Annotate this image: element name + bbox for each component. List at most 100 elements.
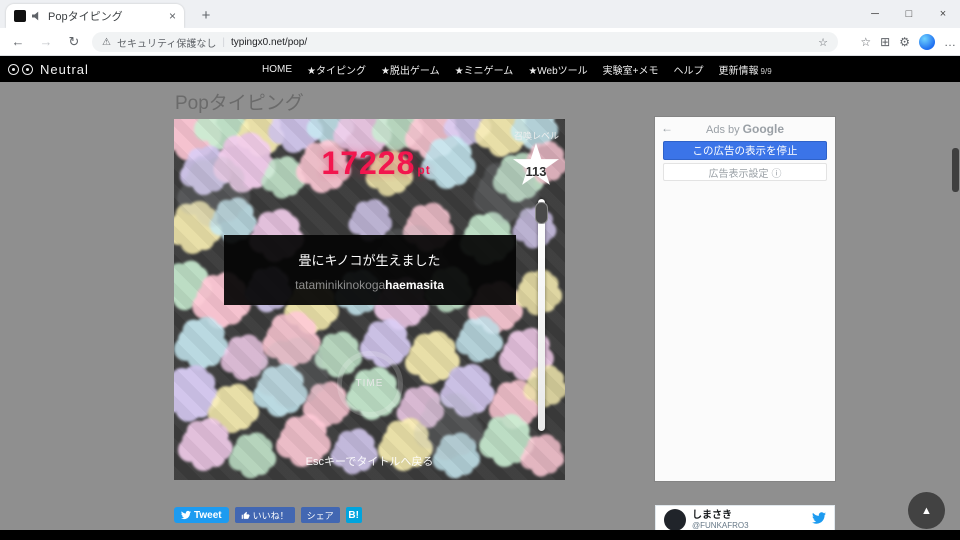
nav-home[interactable]: HOME — [262, 64, 292, 75]
bookmark-star-icon[interactable]: ☆ — [818, 36, 828, 49]
level-gauge-track — [538, 199, 545, 431]
thumb-up-icon — [241, 511, 250, 519]
browser-tab[interactable]: Popタイピング × — [6, 4, 184, 28]
site-favicon-icon — [14, 10, 26, 22]
pop-blob — [357, 208, 382, 233]
level-gauge-thumb[interactable] — [535, 202, 548, 224]
esc-hint: Escキーでタイトルへ戻る — [305, 456, 434, 468]
pop-blob — [313, 391, 340, 418]
pop-blob — [452, 374, 483, 405]
logo-eye-icon — [22, 63, 33, 75]
tab-title: Popタイピング — [48, 11, 123, 23]
twitter-avatar[interactable] — [664, 509, 686, 531]
nav-typing[interactable]: ★タイピング — [307, 62, 366, 77]
nav-help[interactable]: ヘルプ — [674, 62, 704, 77]
pop-blob — [382, 119, 411, 141]
back-button[interactable]: ← — [8, 32, 28, 52]
score-display: 17228 pt — [321, 145, 430, 182]
refresh-button[interactable]: ↻ — [64, 32, 84, 52]
prompt-japanese: 畳にキノコが生えました — [298, 253, 441, 268]
tab-audio-icon[interactable] — [32, 11, 39, 21]
pop-blob — [465, 326, 492, 353]
pop-blob — [488, 173, 525, 210]
pop-blob — [275, 323, 308, 356]
nav-web-tools[interactable]: ★Webツール — [528, 62, 587, 77]
nav-updates[interactable]: 更新情報 9/9 — [719, 62, 772, 77]
pop-blob — [491, 425, 522, 456]
window-controls: ─ □ × — [858, 0, 960, 28]
pop-blob — [218, 393, 247, 422]
site-header: Neutral HOME ★タイピング ★脱出ゲーム ★ミニゲーム ★Webツー… — [0, 56, 960, 82]
pop-blob — [178, 212, 209, 243]
ad-brand: Google — [742, 122, 785, 136]
game-canvas[interactable]: 17228 pt 召喚レベル 113 畳にキノコが生えました tataminiki… — [174, 119, 565, 480]
nav-escape-game[interactable]: ★脱出ゲーム — [381, 62, 440, 77]
ad-title: Ads by Google — [705, 122, 785, 136]
pop-blob — [271, 164, 296, 189]
pop-blob — [432, 147, 463, 178]
url-text[interactable]: typingx0.net/pop/ — [231, 37, 812, 48]
pop-blob — [227, 145, 262, 180]
facebook-like-button[interactable]: いいね！ — [234, 507, 295, 523]
pop-blob — [205, 119, 236, 138]
ad-settings-label: 広告表示設定 — [708, 168, 769, 180]
new-tab-button[interactable]: + — [194, 4, 218, 28]
scroll-to-top-button[interactable]: ▲ — [908, 492, 945, 529]
page-title: Popタイピング — [175, 93, 304, 114]
romaji-typed: tataminikinokoga — [295, 278, 386, 292]
prompt-romaji: tataminikinokogahaemasita — [224, 278, 516, 292]
collections-icon[interactable]: ⊞ — [880, 35, 890, 49]
security-warning-icon[interactable]: ⚠ — [102, 37, 111, 48]
tweet-button[interactable]: Tweet — [174, 507, 229, 523]
hatena-label: B! — [348, 509, 359, 521]
favorites-icon[interactable]: ☆ — [860, 35, 871, 49]
pop-blob — [500, 390, 529, 419]
minimize-button[interactable]: ─ — [858, 0, 892, 28]
menu-ellipsis-icon[interactable]: … — [944, 35, 956, 49]
pop-blob — [428, 406, 467, 445]
pop-blob — [345, 119, 378, 146]
romaji-remaining: haemasita — [385, 278, 444, 292]
page-scrollbar-thumb[interactable] — [952, 148, 959, 192]
tab-strip: Popタイピング × + ─ □ × — [0, 0, 960, 28]
site-logo[interactable]: Neutral — [8, 62, 89, 77]
facebook-share-button[interactable]: シェア — [300, 507, 340, 523]
tab-close-icon[interactable]: × — [169, 9, 176, 23]
time-ring: TIME — [336, 351, 403, 417]
nav-lab-memo[interactable]: 実験室+メモ — [603, 62, 659, 77]
nav-mini-game[interactable]: ★ミニゲーム — [455, 62, 514, 77]
profile-avatar[interactable] — [919, 34, 935, 50]
pop-blob — [219, 207, 246, 234]
pop-blob — [317, 119, 344, 136]
pop-blob — [174, 271, 200, 300]
site-nav: HOME ★タイピング ★脱出ゲーム ★ミニゲーム ★Webツール 実験室+メモ… — [262, 62, 772, 77]
typing-prompt-box: 畳にキノコが生えました tataminikinokogahaemasita — [223, 235, 516, 305]
pop-blob — [174, 377, 206, 410]
score-value: 17228 — [321, 145, 416, 181]
logo-text: Neutral — [40, 61, 89, 77]
share-label: シェア — [306, 510, 334, 521]
twitter-logo-icon[interactable] — [812, 511, 827, 530]
ad-settings-button[interactable]: 広告表示設定 ⓘ — [663, 163, 827, 181]
up-arrow-icon: ▲ — [921, 504, 932, 517]
maximize-button[interactable]: □ — [892, 0, 926, 28]
address-bar[interactable]: ⚠ セキュリティ保護なし | typingx0.net/pop/ ☆ — [92, 32, 838, 52]
pop-blob — [186, 327, 217, 358]
update-badge: 9/9 — [760, 66, 772, 76]
ad-panel: ← Ads by Google この広告の表示を停止 広告表示設定 ⓘ — [655, 117, 835, 481]
bottom-black-bar — [0, 530, 960, 540]
close-window-button[interactable]: × — [926, 0, 960, 28]
ad-stop-button[interactable]: この広告の表示を停止 — [663, 141, 827, 160]
settings-gear-icon[interactable]: ⚙ — [899, 35, 910, 49]
pop-blob — [487, 119, 518, 145]
security-label: セキュリティ保護なし — [116, 38, 217, 50]
pop-blob — [407, 394, 434, 421]
toolbar-icons: ☆ ⊞ ⚙ … — [860, 32, 956, 52]
pop-blob — [231, 344, 258, 371]
ad-back-icon[interactable]: ← — [661, 121, 673, 135]
summon-level-label: 召喚レベル — [513, 131, 559, 141]
hatena-bookmark-button[interactable]: B! — [345, 507, 362, 523]
pop-blob — [417, 342, 448, 373]
pop-blob — [247, 120, 274, 147]
logo-eye-icon — [8, 63, 19, 75]
